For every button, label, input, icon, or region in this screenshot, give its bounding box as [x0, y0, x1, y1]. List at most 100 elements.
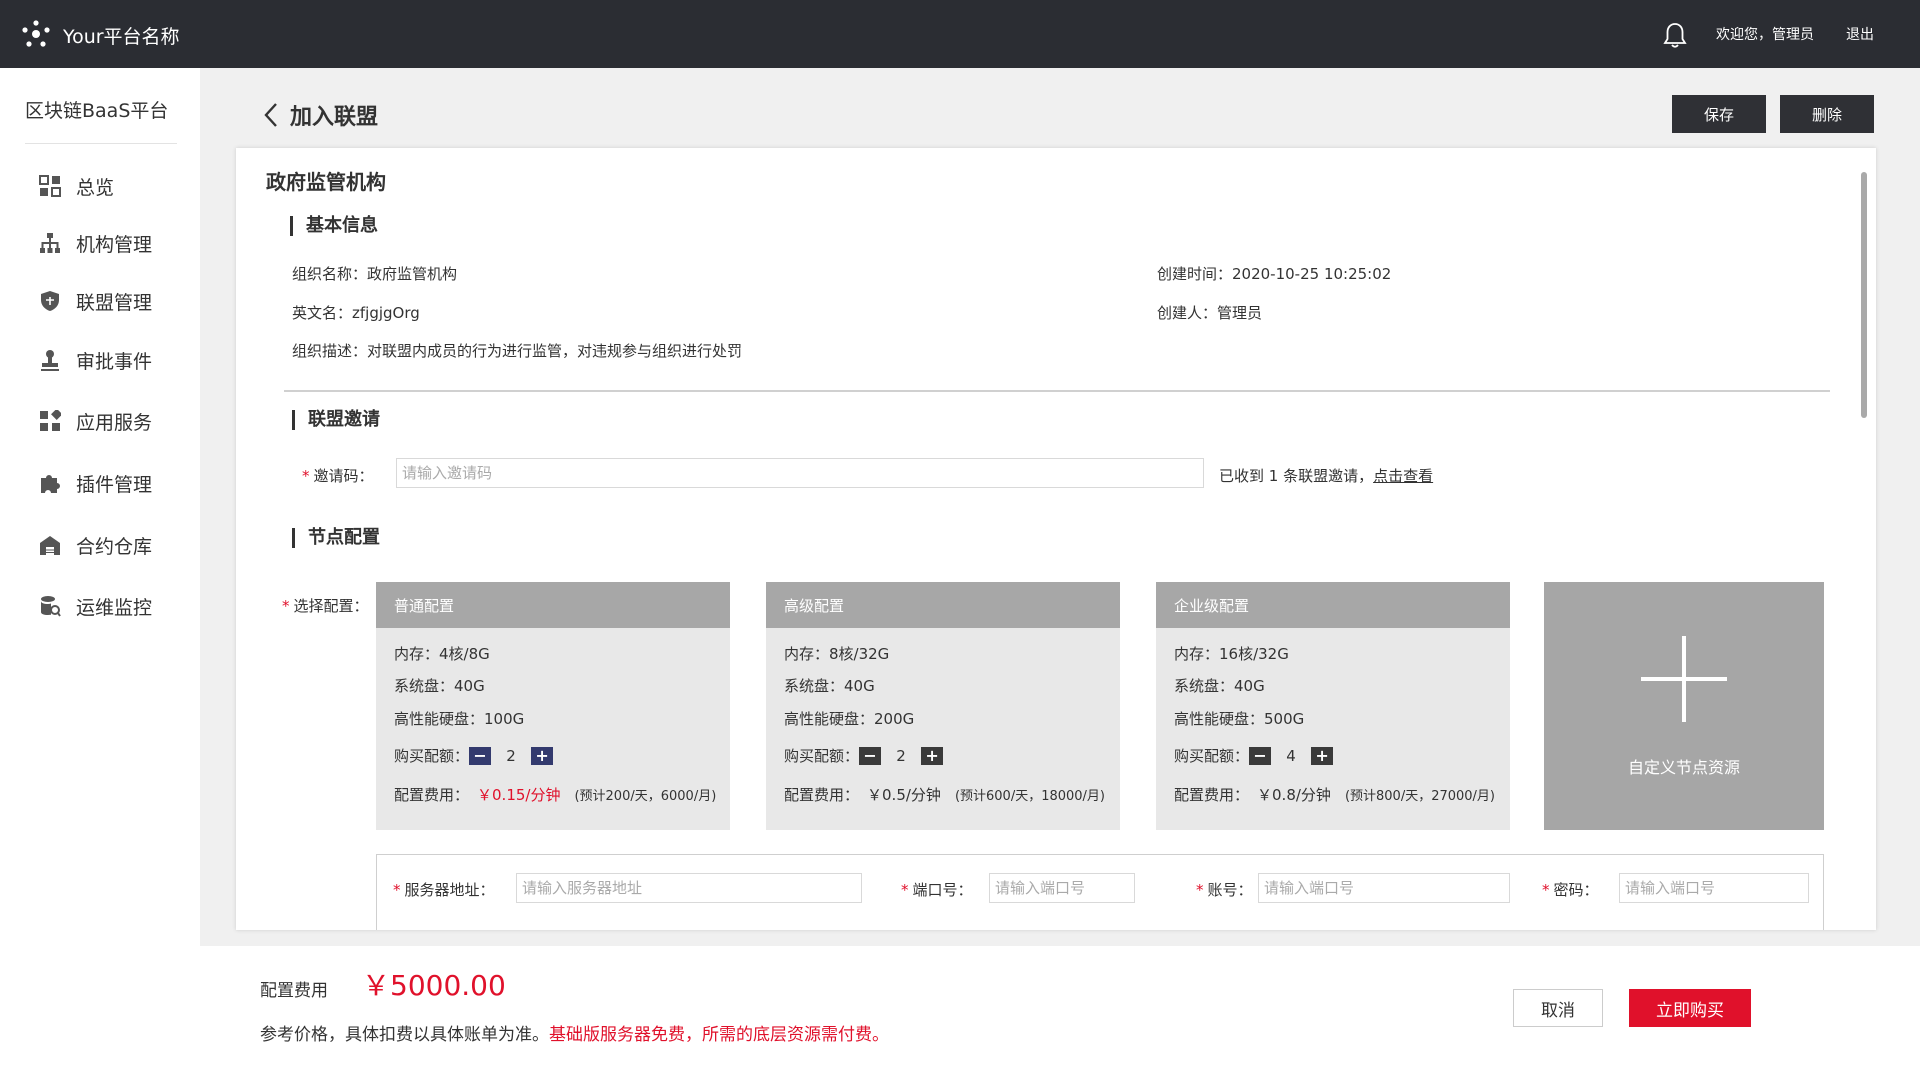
page-title: 加入联盟 — [290, 105, 379, 130]
port-input[interactable] — [989, 873, 1135, 903]
invite-code-input[interactable] — [396, 458, 1204, 488]
decrement-button[interactable]: − — [469, 746, 492, 765]
config-card-advanced[interactable]: 高级配置 内存：8核/32G 系统盘：40G 高性能硬盘：200G 购买配额： … — [766, 582, 1120, 830]
save-button[interactable]: 保存 — [1672, 95, 1766, 133]
required-mark: * — [1542, 881, 1550, 899]
account-label-text: 账号： — [1207, 881, 1253, 899]
top-bar: Your平台名称 欢迎您，管理员 退出 — [0, 0, 1920, 68]
platform-logo-icon — [22, 20, 50, 47]
server-address-input[interactable] — [516, 873, 862, 903]
config-hp-disk: 高性能硬盘：500G — [1174, 710, 1305, 728]
port-label: * 端口号： — [901, 879, 973, 900]
sidebar-item-app-services[interactable]: 应用服务 — [38, 406, 152, 436]
sidebar-item-approval-events[interactable]: 审批事件 — [38, 345, 152, 375]
select-config-label: * 选择配置： — [282, 595, 369, 616]
sidebar-divider — [25, 143, 177, 144]
invite-note-text: 已收到 1 条联盟邀请， — [1219, 467, 1374, 485]
required-mark: * — [302, 467, 310, 485]
sidebar-item-label: 审批事件 — [76, 350, 153, 373]
fee-note: 参考价格，具体扣费以具体账单为准。基础版服务器免费，所需的底层资源需付费。 — [260, 1020, 889, 1045]
server-address-label-text: 服务器地址： — [404, 881, 495, 899]
config-system-disk: 系统盘：40G — [1174, 677, 1265, 695]
view-invites-link[interactable]: 点击查看 — [1373, 467, 1433, 485]
password-input[interactable] — [1619, 873, 1809, 903]
sidebar-item-org-management[interactable]: 机构管理 — [38, 228, 152, 258]
config-card-enterprise[interactable]: 企业级配置 内存：16核/32G 系统盘：40G 高性能硬盘：500G 购买配额… — [1156, 582, 1510, 830]
cost-label: 配置费用： — [394, 786, 470, 804]
password-label: * 密码： — [1542, 879, 1599, 900]
cancel-button[interactable]: 取消 — [1513, 989, 1603, 1027]
scrollbar[interactable] — [1861, 172, 1867, 418]
sidebar-item-contract-repo[interactable]: 合约仓库 — [38, 530, 152, 560]
org-name: 组织名称：政府监管机构 — [292, 265, 458, 283]
select-config-label-text: 选择配置： — [293, 597, 369, 615]
quota-value: 2 — [506, 746, 516, 765]
increment-button[interactable]: + — [921, 746, 944, 765]
cost-label: 配置费用： — [784, 786, 860, 804]
org-description: 组织描述：对联盟内成员的行为进行监管，对违规参与组织进行处罚 — [292, 342, 743, 360]
section-basic-info: 基本信息 — [290, 216, 378, 236]
sidebar-item-overview[interactable]: 总览 — [38, 171, 114, 201]
config-memory: 内存：16核/32G — [1174, 645, 1289, 663]
total-fee-label: 配置费用 — [260, 981, 328, 1001]
org-en-name: 英文名：zfjgjgOrg — [292, 304, 420, 322]
required-mark: * — [282, 597, 290, 615]
quota-label: 购买配额： — [1174, 747, 1250, 765]
org-tree-icon — [38, 231, 62, 255]
cost-price: ￥0.5/分钟 — [867, 786, 941, 804]
section-divider — [284, 390, 1830, 392]
account-input[interactable] — [1258, 873, 1510, 903]
bell-icon[interactable] — [1662, 21, 1688, 49]
sidebar: 区块链BaaS平台 总览 机构管理 联盟管理 审批事件 应用服务 插件管理 合约… — [0, 68, 200, 1080]
bottom-bar: 配置费用 ￥5000.00 参考价格，具体扣费以具体账单为准。基础版服务器免费，… — [0, 946, 1920, 1080]
sidebar-item-ops-monitor[interactable]: 运维监控 — [38, 591, 152, 621]
cost-estimate: (预计800/天，27000/月) — [1344, 789, 1496, 804]
custom-node-resource-card[interactable]: 自定义节点资源 — [1544, 582, 1824, 830]
database-monitor-icon — [38, 594, 62, 618]
cost-label: 配置费用： — [1174, 786, 1250, 804]
fee-note-text: 参考价格，具体扣费以具体账单为准。 — [260, 1025, 549, 1045]
sidebar-item-alliance-management[interactable]: 联盟管理 — [38, 286, 152, 316]
fee-note-highlight: 基础版服务器免费，所需的底层资源需付费。 — [549, 1025, 889, 1045]
sidebar-item-label: 应用服务 — [76, 411, 153, 434]
config-card-title: 企业级配置 — [1156, 582, 1510, 628]
cost-estimate: (预计600/天，18000/月) — [954, 789, 1106, 804]
increment-button[interactable]: + — [1311, 746, 1334, 765]
config-cost: 配置费用： ￥0.8/分钟 (预计800/天，27000/月) — [1174, 784, 1495, 805]
config-card-title: 高级配置 — [766, 582, 1120, 628]
sidebar-item-label: 合约仓库 — [76, 535, 153, 558]
quota-stepper: 购买配额： − 2 + — [394, 745, 554, 766]
sidebar-title: 区块链BaaS平台 — [25, 100, 169, 122]
back-chevron-icon[interactable] — [262, 102, 280, 128]
required-mark: * — [393, 881, 401, 899]
logout-link[interactable]: 退出 — [1846, 24, 1874, 44]
plus-icon — [1641, 636, 1727, 722]
sidebar-item-plugin-management[interactable]: 插件管理 — [38, 468, 152, 498]
cost-price: ￥0.15/分钟 — [477, 786, 561, 804]
welcome-text: 欢迎您，管理员 — [1716, 27, 1814, 43]
delete-button[interactable]: 删除 — [1780, 95, 1874, 133]
org-creator: 创建人：管理员 — [1157, 304, 1263, 322]
required-mark: * — [901, 881, 909, 899]
config-card-title: 普通配置 — [376, 582, 730, 628]
sidebar-item-label: 联盟管理 — [76, 291, 153, 314]
buy-now-button[interactable]: 立即购买 — [1629, 989, 1751, 1027]
quota-value: 4 — [1286, 746, 1296, 765]
org-detail-card: 政府监管机构 基本信息 组织名称：政府监管机构 英文名：zfjgjgOrg 组织… — [236, 148, 1876, 930]
server-settings-box: *服务器地址： *端口号： *账号： *密码： — [376, 854, 1824, 930]
custom-node-label: 自定义节点资源 — [1627, 758, 1740, 777]
config-card-basic[interactable]: 普通配置 内存：4核/8G 系统盘：40G 高性能硬盘：100G 购买配额： −… — [376, 582, 730, 830]
increment-button[interactable]: + — [531, 746, 554, 765]
org-created-at: 创建时间：2020-10-25 10:25:02 — [1157, 265, 1392, 283]
cost-estimate: (预计200/天，6000/月) — [574, 789, 717, 804]
config-hp-disk: 高性能硬盘：100G — [394, 710, 525, 728]
stamp-icon — [38, 348, 62, 372]
quota-label: 购买配额： — [394, 747, 470, 765]
quota-stepper: 购买配额： − 2 + — [784, 745, 944, 766]
decrement-button[interactable]: − — [1249, 746, 1272, 765]
config-system-disk: 系统盘：40G — [784, 677, 875, 695]
quota-stepper: 购买配额： − 4 + — [1174, 745, 1334, 766]
decrement-button[interactable]: − — [859, 746, 882, 765]
config-cost: 配置费用： ￥0.5/分钟 (预计600/天，18000/月) — [784, 784, 1105, 805]
total-fee-value: ￥5000.00 — [362, 969, 506, 1002]
